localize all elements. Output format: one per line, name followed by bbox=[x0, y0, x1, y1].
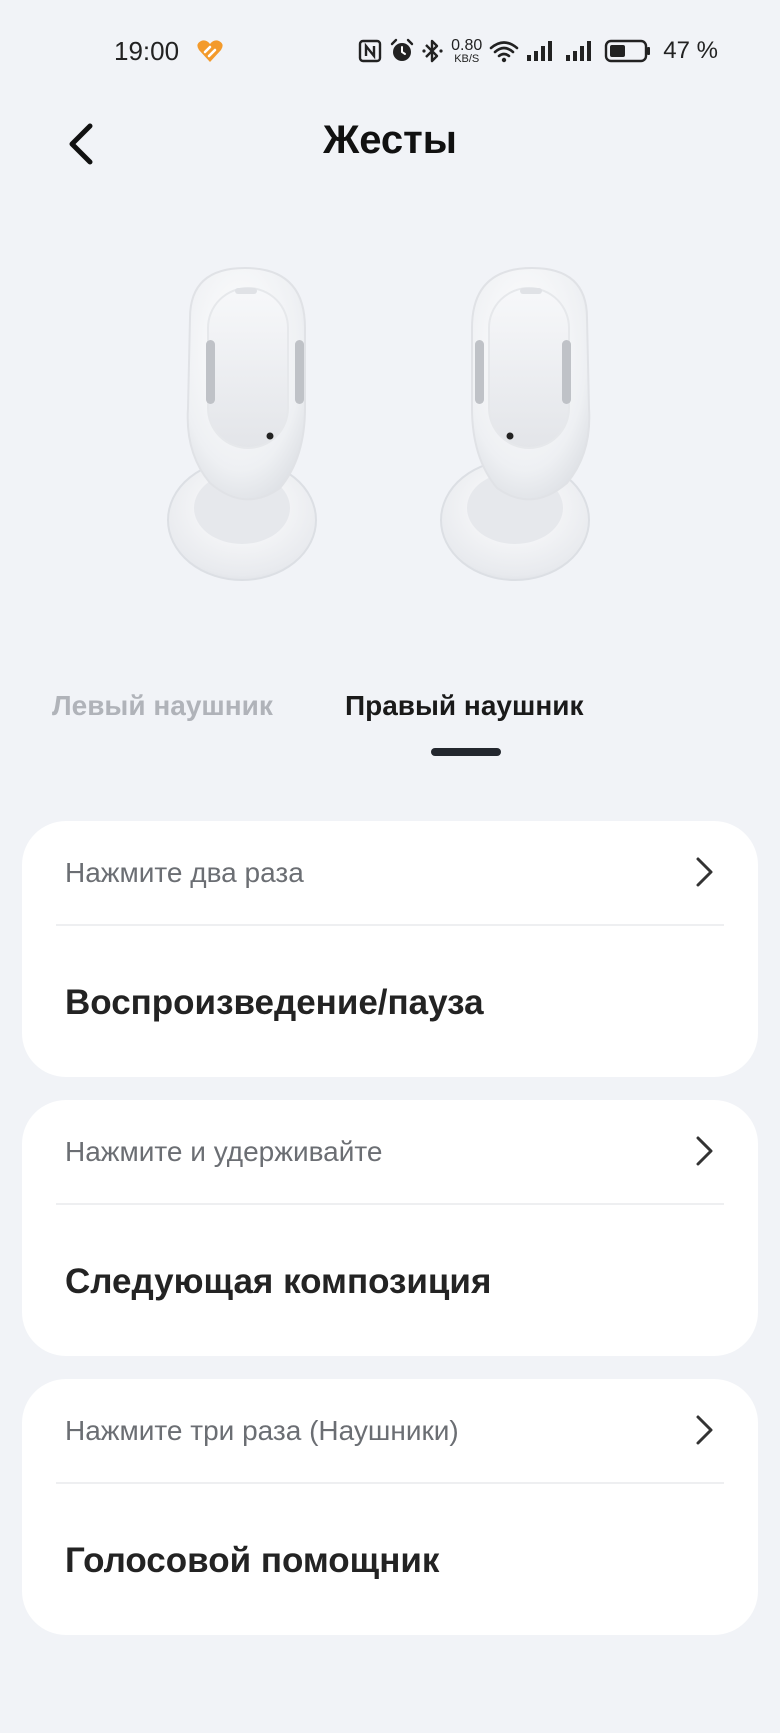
bluetooth-icon bbox=[422, 38, 444, 64]
signal-icon bbox=[526, 39, 558, 63]
tab-right-earbud[interactable]: Правый наушник bbox=[345, 690, 583, 722]
active-tab-indicator bbox=[431, 748, 501, 756]
chevron-right-icon bbox=[696, 1415, 713, 1445]
gesture-card-hold: Нажмите и удерживайте Следующая композиц… bbox=[22, 1100, 758, 1356]
network-speed: 0.80 KB/S bbox=[451, 36, 483, 65]
status-icons: 0.80 KB/S 47 % bbox=[358, 34, 718, 68]
orange-heart-icon bbox=[196, 38, 224, 64]
battery-percent: 47 % bbox=[663, 37, 718, 64]
right-earbud bbox=[440, 266, 591, 581]
alarm-icon bbox=[389, 38, 415, 64]
earbuds-image bbox=[150, 258, 630, 598]
page-title: Жесты bbox=[323, 118, 457, 162]
status-bar: 19:00 0.80 KB/S 47 % bbox=[0, 0, 780, 104]
gesture-label: Нажмите два раза bbox=[65, 857, 304, 888]
divider bbox=[56, 1203, 724, 1205]
chevron-right-icon bbox=[696, 1136, 713, 1166]
gestures-screen: 19:00 0.80 KB/S 47 % Жесты Левый наушник… bbox=[0, 0, 780, 1733]
divider bbox=[56, 1482, 724, 1484]
gesture-row-hold[interactable]: Нажмите и удерживайте bbox=[22, 1100, 758, 1204]
earbud-tabs: Левый наушник Правый наушник bbox=[0, 682, 780, 762]
gesture-action-value: Воспроизведение/пауза bbox=[65, 983, 484, 1022]
gesture-action-value: Голосовой помощник bbox=[65, 1541, 440, 1580]
header: Жесты bbox=[0, 104, 780, 184]
divider bbox=[56, 924, 724, 926]
gesture-card-triple-tap: Нажмите три раза (Наушники) Голосовой по… bbox=[22, 1379, 758, 1635]
signal-icon bbox=[565, 39, 597, 63]
left-earbud bbox=[167, 266, 317, 581]
gesture-card-double-tap: Нажмите два раза Воспроизведение/пауза bbox=[22, 821, 758, 1077]
gesture-row-triple-tap[interactable]: Нажмите три раза (Наушники) bbox=[22, 1379, 758, 1483]
chevron-right-icon bbox=[696, 857, 713, 887]
battery-icon bbox=[604, 38, 652, 64]
gesture-label: Нажмите и удерживайте bbox=[65, 1136, 383, 1167]
wifi-icon bbox=[489, 39, 519, 63]
status-time: 19:00 bbox=[114, 36, 180, 66]
gesture-row-double-tap[interactable]: Нажмите два раза bbox=[22, 821, 758, 925]
gesture-label: Нажмите три раза (Наушники) bbox=[65, 1415, 459, 1446]
tab-left-earbud[interactable]: Левый наушник bbox=[52, 690, 273, 722]
gesture-action-value: Следующая композиция bbox=[65, 1262, 492, 1301]
nfc-icon bbox=[358, 39, 382, 63]
